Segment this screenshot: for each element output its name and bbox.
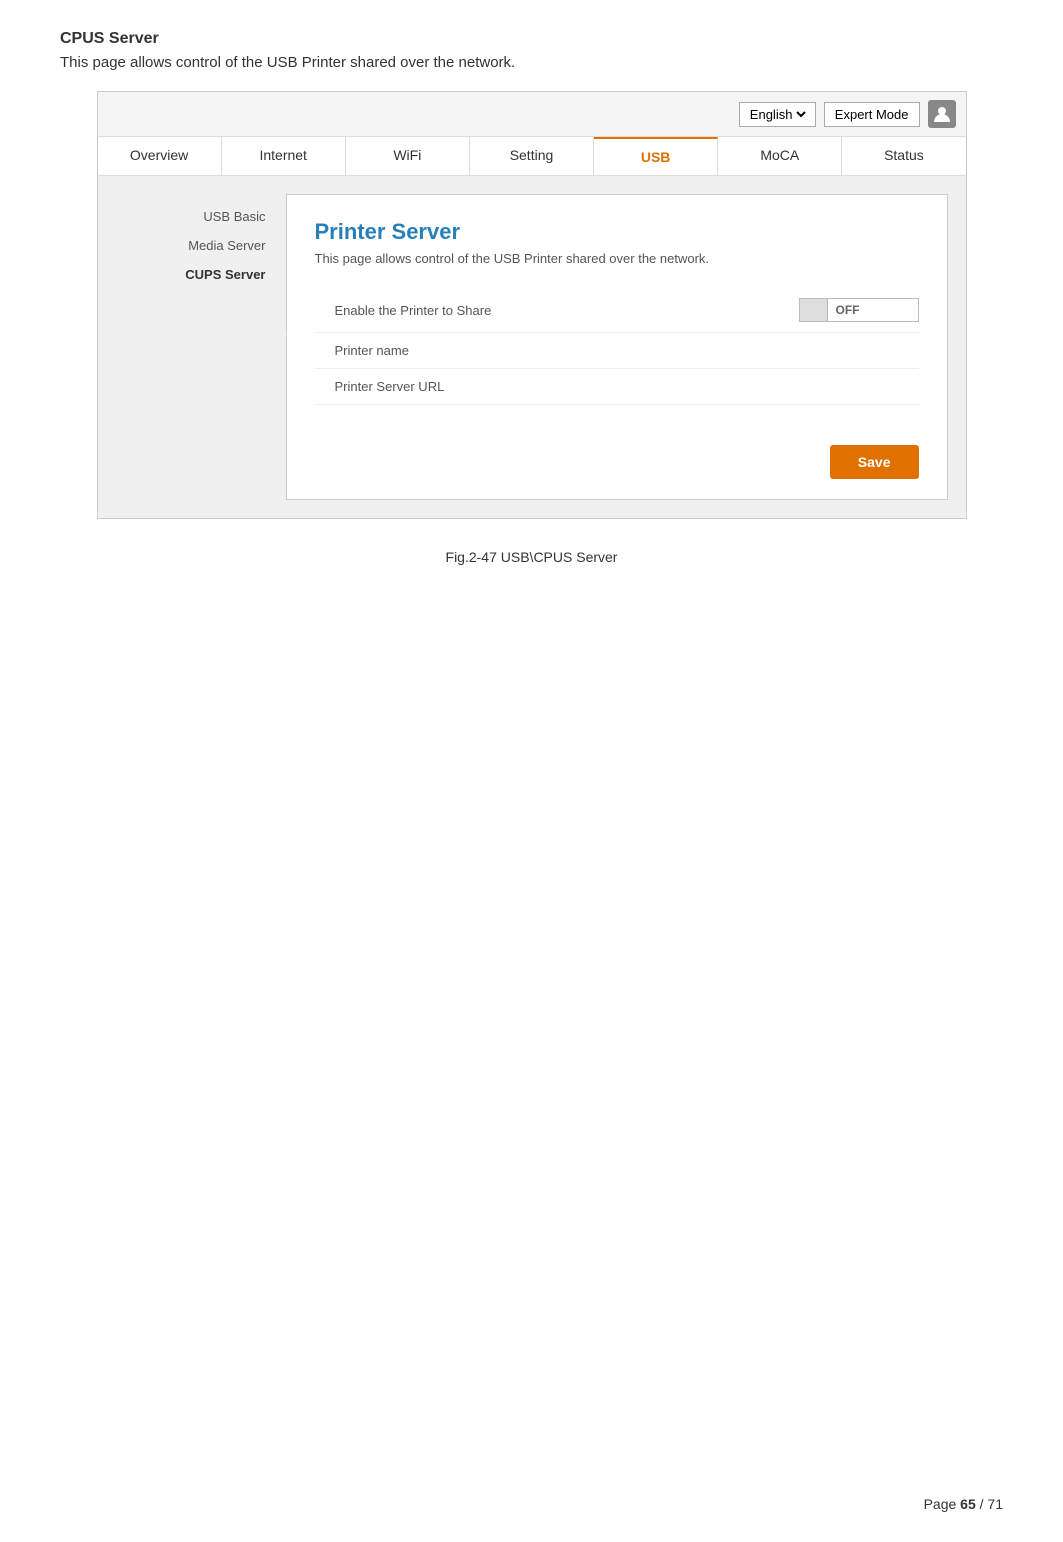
footer-separator: /	[976, 1496, 988, 1512]
language-dropdown[interactable]: English	[746, 106, 809, 123]
label-printer-name: Printer name	[315, 343, 799, 358]
label-enable-printer: Enable the Printer to Share	[315, 303, 799, 318]
toggle-enable-printer[interactable]: OFF	[799, 298, 919, 322]
sidebar-item-media-server[interactable]: Media Server	[116, 233, 276, 258]
toggle-label: OFF	[828, 303, 868, 317]
sidebar-item-usb-basic[interactable]: USB Basic	[116, 204, 276, 229]
toggle-off-switch[interactable]: OFF	[799, 298, 919, 322]
nav-tabs: Overview Internet WiFi Setting USB MoCA …	[98, 137, 966, 176]
panel-subtitle: This page allows control of the USB Prin…	[315, 251, 919, 266]
user-icon[interactable]	[928, 100, 956, 128]
footer-text: Page	[924, 1496, 961, 1512]
footer-total: 71	[987, 1496, 1003, 1512]
language-selector[interactable]: English	[739, 102, 816, 127]
save-area: Save	[315, 435, 919, 479]
page-footer: Page 65 / 71	[924, 1496, 1003, 1512]
sidebar-item-cups-server[interactable]: CUPS Server	[116, 262, 276, 287]
panel-title: Printer Server	[315, 219, 919, 245]
form-row-enable: Enable the Printer to Share OFF	[315, 288, 919, 333]
sidebar: USB Basic Media Server CUPS Server	[116, 194, 286, 500]
tab-usb[interactable]: USB	[594, 137, 718, 175]
tab-setting[interactable]: Setting	[470, 137, 594, 175]
router-ui: English Expert Mode Overview Internet Wi…	[97, 91, 967, 519]
page-subtitle: This page allows control of the USB Prin…	[60, 54, 1003, 71]
tab-status[interactable]: Status	[842, 137, 965, 175]
main-panel: Printer Server This page allows control …	[286, 194, 948, 500]
save-button[interactable]: Save	[830, 445, 919, 479]
tab-moca[interactable]: MoCA	[718, 137, 842, 175]
label-printer-url: Printer Server URL	[315, 379, 799, 394]
arrow-indicator	[275, 325, 287, 345]
figure-caption: Fig.2-47 USB\CPUS Server	[60, 549, 1003, 565]
expert-mode-button[interactable]: Expert Mode	[824, 102, 920, 127]
top-bar: English Expert Mode	[98, 92, 966, 137]
tab-overview[interactable]: Overview	[98, 137, 222, 175]
form-row-printer-name: Printer name	[315, 333, 919, 369]
tab-wifi[interactable]: WiFi	[346, 137, 470, 175]
page-title: CPUS Server	[60, 30, 1003, 48]
footer-current: 65	[960, 1496, 976, 1512]
content-area: USB Basic Media Server CUPS Server Print…	[98, 176, 966, 518]
form-row-printer-url: Printer Server URL	[315, 369, 919, 405]
tab-internet[interactable]: Internet	[222, 137, 346, 175]
toggle-slider	[800, 299, 828, 321]
